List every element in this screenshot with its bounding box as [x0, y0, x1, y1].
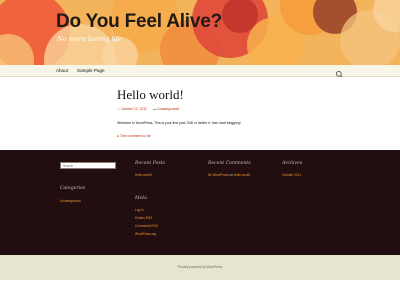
main-content: Hello world! ◷October 12, 2011 ▬Uncatego… — [0, 77, 400, 150]
widget-archive-link[interactable]: October 2011 — [282, 173, 301, 178]
widget-title-categories: Categories — [60, 186, 86, 191]
widget-meta-comments-rss[interactable]: Comments RSS — [135, 224, 158, 229]
post-date[interactable]: ◷October 12, 2011 — [117, 107, 147, 112]
comment-bubble-icon: ● — [117, 134, 120, 138]
comments-link-text: One comment so far — [120, 134, 151, 138]
comment-author-link[interactable]: Mr WordPress — [208, 173, 228, 177]
widget-title-recent-posts: Recent Posts — [135, 161, 165, 166]
post-body: Welcome to WordPress. This is your first… — [117, 121, 241, 125]
comment-connector: on — [229, 173, 233, 177]
post-date-text: October 12, 2011 — [120, 107, 147, 111]
widget-meta-entries-rss[interactable]: Entries RSS — [135, 216, 152, 221]
widget-recent-comment: Mr WordPress on Hello world! — [208, 173, 250, 178]
folder-icon: ▬ — [153, 107, 157, 111]
widget-recent-post-link[interactable]: Hello world! — [135, 173, 152, 178]
post-category[interactable]: ▬Uncategorized — [153, 107, 179, 112]
main-navigation: About Sample Page — [0, 65, 400, 79]
widget-meta-login[interactable]: Log in — [135, 208, 144, 213]
nav-item-about[interactable]: About — [56, 67, 68, 74]
widget-title-recent-comments: Recent Comments — [208, 161, 251, 166]
search-button[interactable] — [335, 66, 344, 79]
site-title[interactable]: Do You Feel Alive? — [56, 11, 222, 33]
clock-icon: ◷ — [117, 107, 120, 111]
widget-search-input[interactable] — [60, 162, 116, 169]
widget-meta-wordpress-org[interactable]: WordPress.org — [135, 232, 156, 237]
widget-title-meta: Meta — [135, 196, 148, 201]
post-category-text: Uncategorized — [157, 107, 180, 111]
post-title[interactable]: Hello world! — [117, 88, 184, 102]
page-bottom — [0, 280, 400, 300]
comment-post-link[interactable]: Hello world! — [234, 173, 251, 177]
footer-credit[interactable]: Proudly powered by WordPress — [0, 265, 400, 270]
nav-item-sample-page[interactable]: Sample Page — [77, 67, 105, 74]
comments-link[interactable]: ●One comment so far — [117, 134, 151, 139]
widget-categories-link[interactable]: Uncategorized — [60, 199, 81, 204]
site-header: Do You Feel Alive? No more boring life — [0, 0, 400, 65]
widget-title-archives: Archives — [282, 161, 303, 166]
site-description: No more boring life — [57, 35, 122, 43]
